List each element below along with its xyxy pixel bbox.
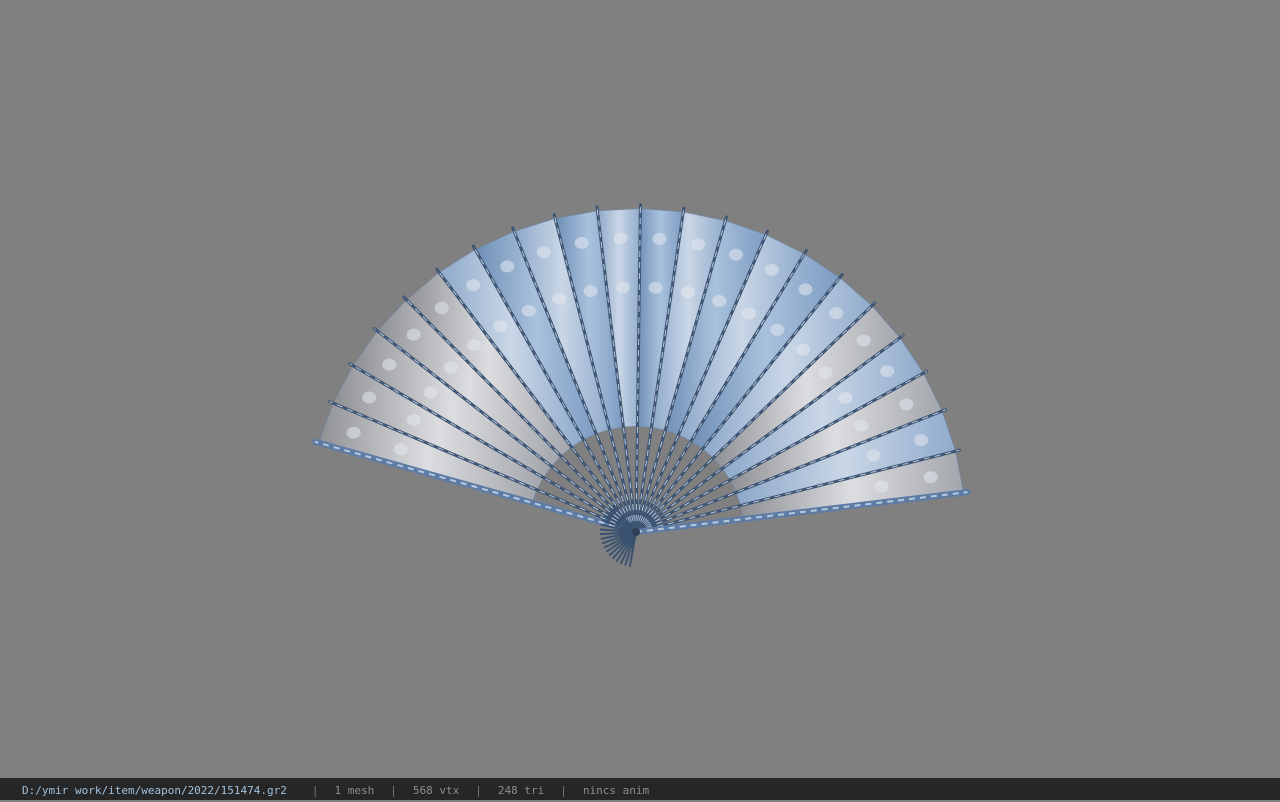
model-render — [311, 203, 971, 567]
fan-cloud-pattern — [652, 232, 667, 245]
fan-cloud-pattern — [866, 449, 881, 462]
fan-cloud-pattern — [712, 294, 727, 307]
fan-cloud-pattern — [434, 301, 449, 314]
3d-viewport[interactable] — [0, 0, 1280, 778]
fan-cloud-pattern — [406, 328, 421, 341]
fan-cloud-pattern — [923, 471, 938, 484]
separator: | — [560, 784, 567, 797]
fan-cloud-pattern — [648, 281, 663, 294]
fan-cloud-pattern — [521, 304, 536, 317]
status-bar: D:/ymir work/item/weapon/2022/151474.gr2… — [0, 778, 1280, 800]
separator: | — [311, 784, 319, 797]
fan-cloud-pattern — [423, 386, 438, 399]
fan-cloud-pattern — [574, 236, 589, 249]
fan-cloud-pattern — [382, 358, 397, 371]
fan-cloud-pattern — [616, 281, 631, 294]
fan-cloud-pattern — [362, 391, 377, 404]
fan-cloud-pattern — [854, 419, 869, 432]
fan-cloud-pattern — [583, 285, 598, 298]
fan-cloud-pattern — [500, 260, 515, 273]
fan-cloud-pattern — [829, 307, 844, 320]
fan-cloud-pattern — [798, 283, 813, 296]
fan-cloud-pattern — [728, 248, 743, 261]
fan-cloud-pattern — [795, 343, 810, 356]
fan-cloud-pattern — [818, 366, 833, 379]
fan-cloud-pattern — [393, 443, 408, 456]
fan-cloud-pattern — [536, 246, 551, 259]
vertex-count: 568 vtx — [412, 784, 460, 797]
fan-cloud-pattern — [764, 263, 779, 276]
separator: | — [390, 784, 397, 797]
fan-cloud-pattern — [742, 307, 757, 320]
fan-cloud-pattern — [680, 286, 695, 299]
file-path: D:/ymir work/item/weapon/2022/151474.gr2 — [22, 784, 287, 797]
fan-cloud-pattern — [552, 292, 567, 305]
fan-cloud-pattern — [466, 279, 481, 292]
fan-cloud-pattern — [856, 334, 871, 347]
anim-status: nincs anim — [582, 784, 650, 797]
fan-cloud-pattern — [443, 361, 458, 374]
fan-cloud-pattern — [899, 398, 914, 411]
fan-cloud-pattern — [880, 365, 895, 378]
fan-pivot — [632, 528, 640, 536]
fan-cloud-pattern — [770, 323, 785, 336]
fan-cloud-pattern — [874, 480, 889, 493]
fan-cloud-pattern — [493, 320, 508, 333]
fan-cloud-pattern — [406, 413, 421, 426]
triangle-count: 248 tri — [497, 784, 545, 797]
mesh-count: 1 mesh — [334, 784, 375, 797]
fan-cloud-pattern — [346, 426, 361, 439]
fan-cloud-pattern — [613, 232, 628, 245]
fan-cloud-pattern — [691, 238, 706, 251]
fan-cloud-pattern — [467, 339, 482, 352]
fan-cloud-pattern — [838, 391, 853, 404]
fan-cloud-pattern — [913, 434, 928, 447]
folding-fan-model — [311, 203, 971, 567]
separator: | — [475, 784, 482, 797]
